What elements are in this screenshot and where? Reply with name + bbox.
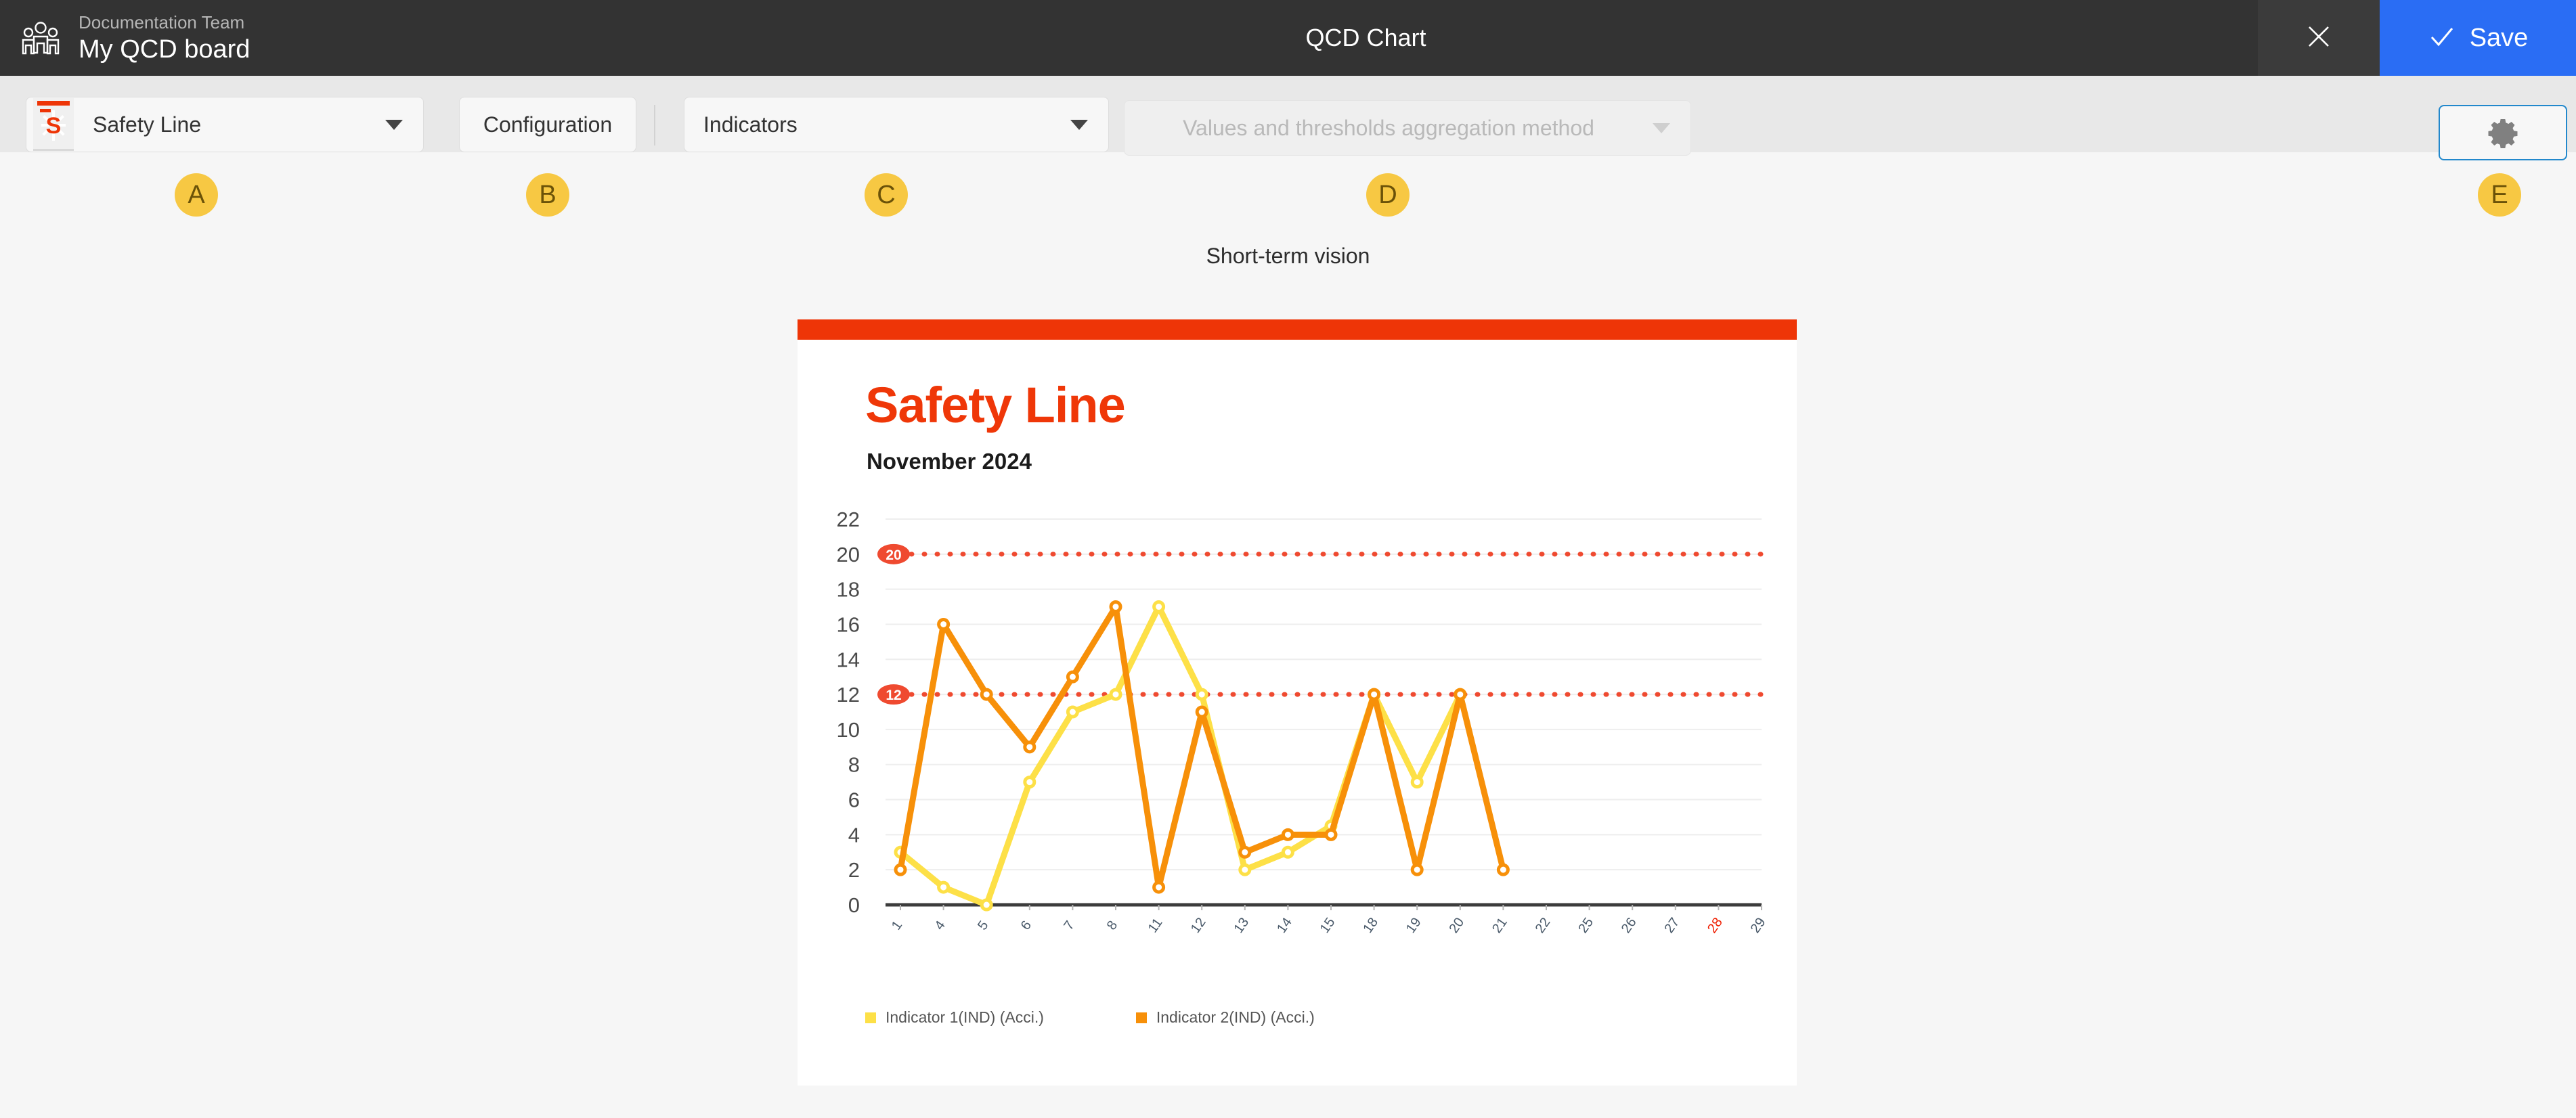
- svg-text:7: 7: [1061, 918, 1077, 933]
- legend-swatch: [1136, 1012, 1147, 1023]
- svg-text:12: 12: [886, 688, 901, 703]
- chevron-down-icon: [385, 120, 403, 130]
- svg-text:20: 20: [886, 547, 901, 563]
- svg-text:18: 18: [1360, 915, 1381, 936]
- svg-text:29: 29: [1748, 915, 1769, 936]
- card-accent-bar: [798, 319, 1797, 340]
- svg-text:14: 14: [1274, 915, 1295, 936]
- svg-text:2: 2: [848, 858, 860, 882]
- svg-text:22: 22: [1533, 915, 1554, 936]
- safety-line-thumbnail-icon: S: [33, 98, 74, 151]
- svg-text:6: 6: [848, 788, 860, 812]
- app-titlebar: Documentation Team My QCD board QCD Char…: [0, 0, 2576, 76]
- page-title: QCD Chart: [474, 0, 2258, 76]
- marker-e: E: [2478, 173, 2521, 217]
- svg-text:5: 5: [975, 918, 991, 933]
- svg-text:1: 1: [889, 918, 905, 933]
- qcd-chart-card: Safety Line November 2024 02468101214161…: [798, 319, 1797, 1086]
- svg-text:22: 22: [837, 508, 860, 531]
- legend-item: Indicator 1(IND) (Acci.): [865, 1008, 1044, 1027]
- board-name: My QCD board: [79, 34, 250, 65]
- svg-text:11: 11: [1145, 916, 1166, 936]
- save-button[interactable]: Save: [2380, 0, 2576, 76]
- aggregation-method-placeholder: Values and thresholds aggregation method: [1125, 116, 1653, 141]
- svg-text:18: 18: [837, 578, 860, 602]
- svg-text:20: 20: [1446, 915, 1467, 936]
- legend-swatch: [865, 1012, 876, 1023]
- svg-text:4: 4: [848, 823, 860, 847]
- svg-text:25: 25: [1575, 915, 1596, 936]
- vision-label: Short-term vision: [0, 244, 2576, 269]
- svg-text:19: 19: [1403, 915, 1424, 936]
- marker-d: D: [1366, 173, 1410, 217]
- svg-text:8: 8: [848, 753, 860, 777]
- svg-text:6: 6: [1018, 918, 1034, 933]
- marker-c: C: [865, 173, 908, 217]
- chevron-down-icon: [1070, 120, 1088, 130]
- team-name: Documentation Team: [79, 11, 250, 34]
- safety-line-select[interactable]: S Safety Line: [26, 97, 424, 152]
- svg-text:20: 20: [837, 543, 860, 566]
- configuration-label: Configuration: [460, 112, 636, 137]
- svg-text:S: S: [46, 113, 62, 139]
- svg-text:13: 13: [1231, 915, 1252, 936]
- svg-text:4: 4: [932, 918, 948, 933]
- indicators-label: Indicators: [684, 112, 1070, 137]
- toolbar-divider: [654, 105, 655, 146]
- gear-icon: [2487, 116, 2519, 149]
- chevron-down-icon: [1653, 123, 1670, 133]
- chart-subtitle: November 2024: [867, 449, 1797, 474]
- indicators-select[interactable]: Indicators: [684, 97, 1109, 152]
- svg-text:27: 27: [1661, 915, 1682, 936]
- check-icon: [2428, 22, 2456, 54]
- settings-button[interactable]: [2439, 105, 2567, 160]
- chart-legend: Indicator 1(IND) (Acci.) Indicator 2(IND…: [865, 1008, 1315, 1027]
- chart-title: Safety Line: [865, 376, 1797, 434]
- marker-b: B: [526, 173, 569, 217]
- svg-text:26: 26: [1619, 915, 1640, 936]
- legend-item: Indicator 2(IND) (Acci.): [1136, 1008, 1315, 1027]
- save-label: Save: [2470, 24, 2529, 53]
- svg-text:12: 12: [837, 683, 860, 707]
- safety-line-label: Safety Line: [74, 112, 385, 137]
- svg-text:15: 15: [1317, 915, 1338, 936]
- configuration-button[interactable]: Configuration: [459, 97, 636, 152]
- svg-text:8: 8: [1104, 918, 1120, 933]
- svg-text:0: 0: [848, 893, 860, 917]
- svg-text:14: 14: [837, 648, 860, 671]
- svg-text:10: 10: [837, 718, 860, 742]
- aggregation-method-select[interactable]: Values and thresholds aggregation method: [1124, 100, 1691, 156]
- close-button[interactable]: [2258, 0, 2380, 76]
- svg-text:28: 28: [1705, 915, 1726, 936]
- svg-text:21: 21: [1489, 915, 1510, 936]
- close-icon: [2304, 22, 2334, 55]
- svg-text:16: 16: [837, 612, 860, 636]
- people-group-icon: [20, 19, 61, 57]
- legend-label: Indicator 1(IND) (Acci.): [886, 1008, 1044, 1027]
- chart-plot-area: 0246810121416182022145678111213141518192…: [798, 499, 1797, 945]
- board-brand: Documentation Team My QCD board: [0, 0, 474, 76]
- legend-label: Indicator 2(IND) (Acci.): [1156, 1008, 1315, 1027]
- line-chart-svg: 0246810121416182022145678111213141518192…: [798, 499, 1797, 972]
- svg-text:12: 12: [1188, 915, 1209, 936]
- marker-a: A: [175, 173, 218, 217]
